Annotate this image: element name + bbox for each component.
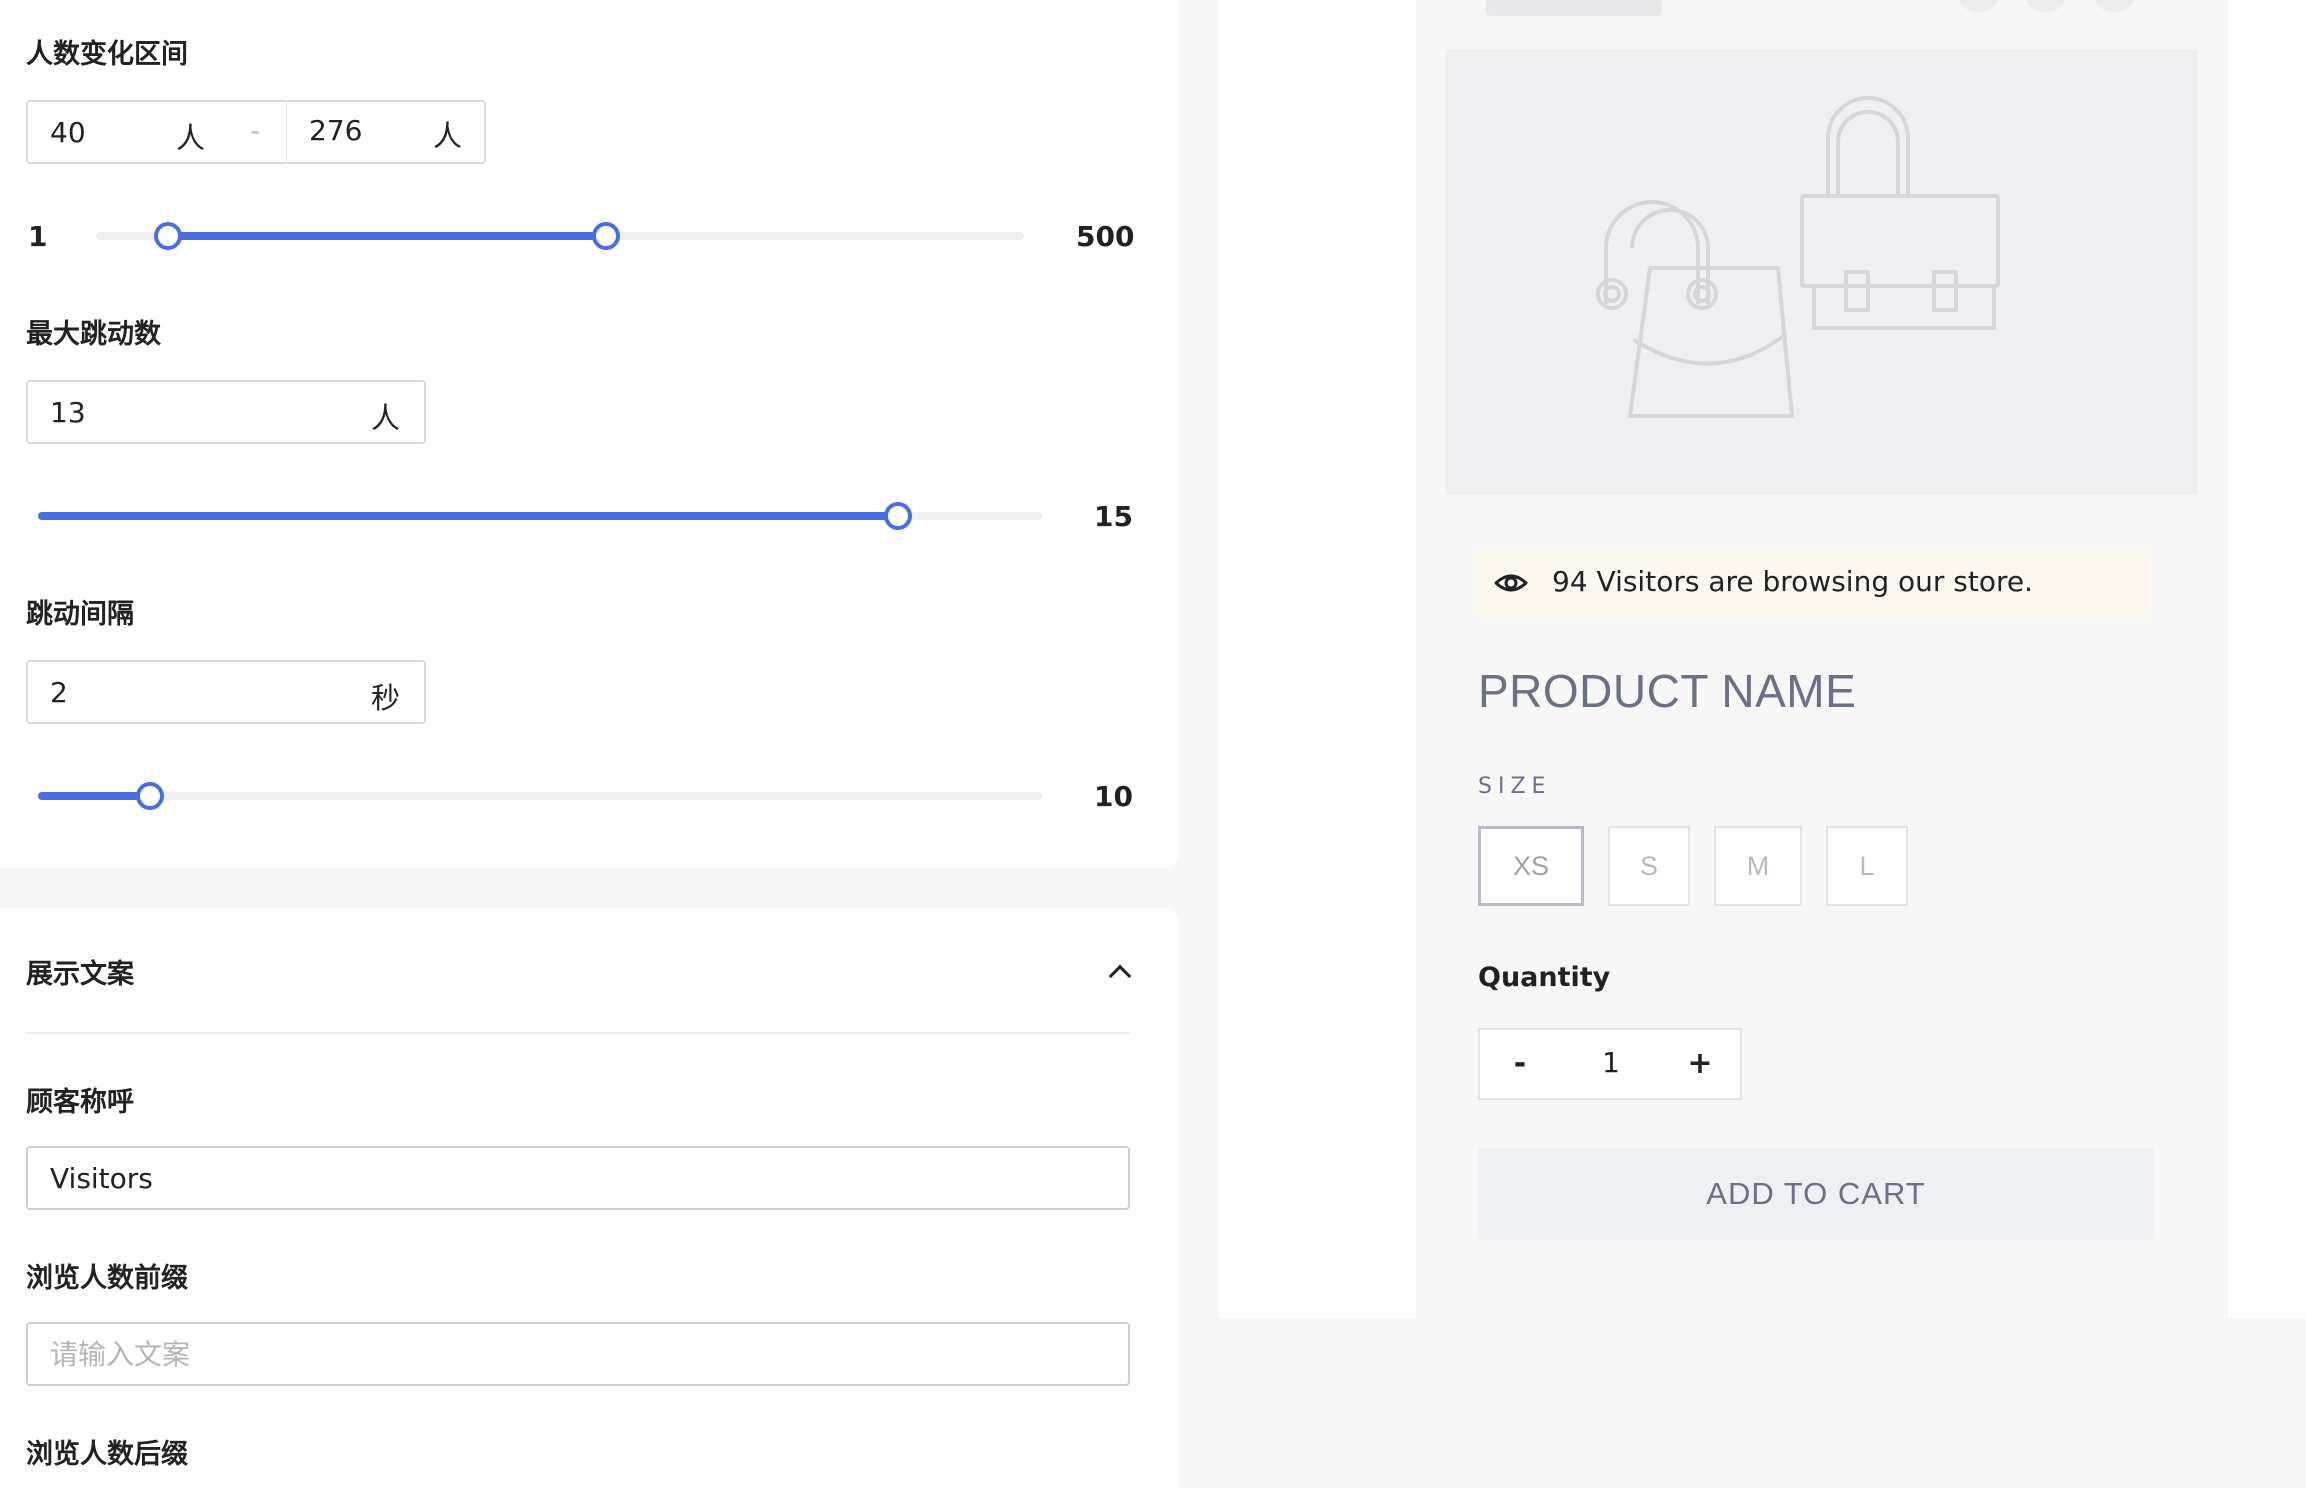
size-option-xs[interactable]: XS [1478, 826, 1584, 906]
visitors-banner: 94 Visitors are browsing our store. [1478, 548, 2152, 618]
max-jump-label: 最大跳动数 [26, 319, 161, 350]
size-option-s[interactable]: S [1608, 826, 1690, 906]
max-jump-unit: 人 [370, 401, 400, 435]
header-logo-placeholder [1486, 0, 1662, 16]
range-min-input[interactable]: 40 [50, 116, 86, 149]
range-slider-min: 1 [28, 220, 48, 253]
max-jump-slider-handle[interactable] [884, 502, 912, 530]
range-min-unit: 人 [176, 121, 206, 155]
interval-label: 跳动间隔 [26, 599, 134, 630]
product-name: PRODUCT NAME [1478, 665, 1857, 717]
add-to-cart-button[interactable]: ADD TO CART [1478, 1148, 2154, 1240]
interval-unit: 秒 [370, 681, 400, 715]
range-max-field[interactable]: 276 人 [286, 100, 486, 164]
interval-slider-fill [38, 792, 150, 800]
interval-slider-track[interactable] [38, 792, 1042, 800]
range-max-input[interactable]: 276 [309, 114, 362, 147]
quantity-value[interactable]: 1 [1588, 1046, 1634, 1079]
interval-value: 2 [50, 676, 68, 709]
max-jump-slider-max: 15 [1094, 500, 1133, 533]
range-slider-max-handle[interactable] [592, 222, 620, 250]
quantity-stepper: - 1 + [1478, 1028, 1742, 1100]
range-slider-fill [168, 232, 606, 240]
customer-label: 顾客称呼 [26, 1087, 134, 1118]
copy-section-panel: 展示文案 顾客称呼 浏览人数前缀 浏览人数后缀 [0, 908, 1178, 1488]
quantity-decrease-button[interactable]: - [1500, 1046, 1540, 1081]
visitors-text: 94 Visitors are browsing our store. [1552, 565, 2034, 598]
max-jump-slider-fill [38, 512, 898, 520]
settings-panel: 人数变化区间 40 人 - 276 人 1 500 最大跳动数 13 人 15 … [0, 0, 1178, 868]
eye-icon [1494, 574, 1528, 592]
customer-input[interactable] [26, 1146, 1130, 1210]
range-slider-max: 500 [1076, 220, 1135, 253]
quantity-increase-button[interactable]: + [1680, 1046, 1720, 1081]
prefix-input[interactable] [26, 1322, 1130, 1386]
interval-slider-max: 10 [1094, 780, 1133, 813]
interval-slider-handle[interactable] [136, 782, 164, 810]
size-label: SIZE [1478, 774, 1552, 799]
range-input-group: 40 人 - 276 人 [26, 100, 486, 164]
suffix-label: 浏览人数后缀 [26, 1439, 188, 1470]
size-option-l[interactable]: L [1826, 826, 1908, 906]
copy-section-title: 展示文案 [26, 959, 134, 990]
max-jump-value: 13 [50, 396, 86, 429]
range-label: 人数变化区间 [26, 39, 188, 70]
range-slider-min-handle[interactable] [154, 222, 182, 250]
range-max-unit: 人 [432, 119, 462, 153]
section-divider [26, 1032, 1130, 1034]
bags-icon [1596, 96, 2000, 418]
product-image-placeholder [1446, 50, 2198, 494]
prefix-label: 浏览人数前缀 [26, 1263, 188, 1294]
size-option-m[interactable]: M [1714, 826, 1802, 906]
interval-input[interactable]: 2 秒 [26, 660, 426, 724]
quantity-label: Quantity [1478, 962, 1611, 993]
range-separator: - [250, 114, 261, 147]
max-jump-input[interactable]: 13 人 [26, 380, 426, 444]
chevron-up-icon[interactable] [1108, 964, 1132, 988]
